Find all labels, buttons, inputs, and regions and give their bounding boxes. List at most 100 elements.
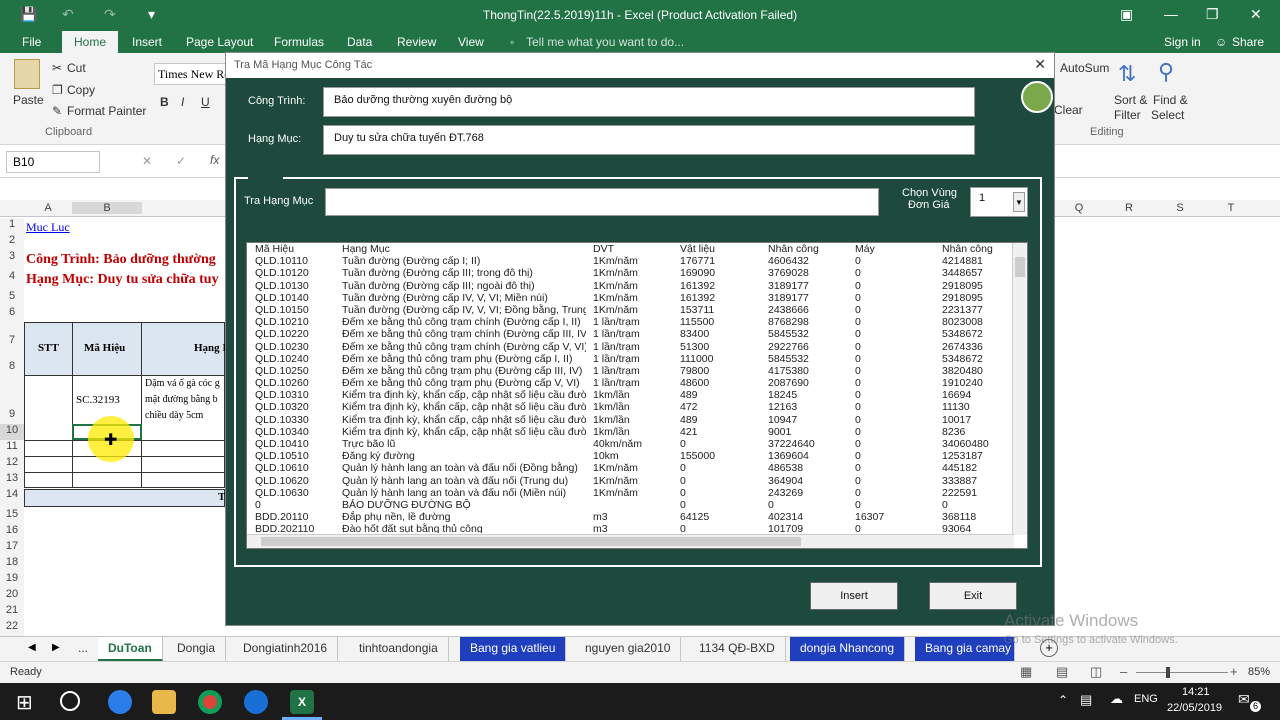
hang-muc-field[interactable]: Duy tu sửa chữa tuyến ĐT.768 — [323, 125, 975, 155]
page-break-icon[interactable]: ◫ — [1090, 664, 1102, 680]
sheet-tab-more[interactable]: ... — [68, 637, 100, 661]
windows-start-icon[interactable]: ⊞ — [16, 690, 33, 715]
edge-icon[interactable] — [108, 690, 132, 714]
list-row[interactable]: QLD.10510 Đăng ký đường 10km 155000 1369604 0… — [255, 450, 1015, 462]
list-row[interactable]: QLD.10150 Tuần đường (Đường cấp IV, V, VI… — [255, 304, 1015, 316]
normal-view-icon[interactable]: ▦ — [1020, 664, 1032, 680]
cortana-icon[interactable] — [60, 691, 80, 711]
italic-button[interactable]: I — [181, 95, 184, 109]
row-header[interactable]: 11 — [0, 440, 24, 456]
row-header[interactable]: 10 — [0, 424, 24, 440]
col-header-s[interactable]: S — [1154, 202, 1206, 214]
tell-me-box[interactable]: Tell me what you want to do... — [526, 35, 684, 49]
file-explorer-icon[interactable] — [152, 690, 176, 714]
language-indicator[interactable]: ENG — [1134, 693, 1158, 705]
sign-in-link[interactable]: Sign in — [1164, 35, 1201, 49]
list-row[interactable]: BDD.202110 Đào hốt đất sụt bằng thủ công m… — [255, 523, 1015, 533]
row-header[interactable]: 16 — [0, 524, 24, 540]
col-header-a[interactable]: A — [24, 202, 72, 214]
col-header-q[interactable]: Q — [1054, 202, 1104, 214]
zoom-in-icon[interactable]: + — [1230, 664, 1238, 679]
sheet-tab-nguyen-gia2010[interactable]: nguyen gia2010 — [575, 637, 682, 661]
results-list[interactable]: Mã Hiệu Hạng Mục DVT Vật liệu Nhân công Máy Nh… — [246, 242, 1028, 549]
row-header[interactable]: 12 — [0, 456, 24, 472]
tra-hang-muc-input[interactable] — [325, 188, 879, 216]
find-select-label[interactable]: Find & — [1153, 93, 1188, 107]
cut-button[interactable]: Cut — [67, 61, 86, 75]
onedrive-icon[interactable]: ☁ — [1110, 691, 1123, 707]
row-header[interactable]: 18 — [0, 556, 24, 572]
bold-button[interactable]: B — [160, 95, 169, 109]
sheet-tab-dongia[interactable]: Dongia — [167, 637, 227, 661]
list-row[interactable]: QLD.10260 Đếm xe bằng thủ công trạm phụ (… — [255, 377, 1015, 389]
horizontal-scrollbar[interactable] — [247, 534, 1014, 548]
row-header[interactable]: 3 — [0, 250, 24, 270]
chrome-icon[interactable] — [198, 690, 222, 714]
list-row[interactable]: QLD.10220 Đếm xe bằng thủ công trạm chính… — [255, 328, 1015, 340]
notification-icon[interactable]: ✉ — [1238, 691, 1250, 708]
row-header[interactable]: 21 — [0, 604, 24, 620]
tab-data[interactable]: Data — [347, 35, 372, 49]
next-sheet-icon[interactable]: ▶ — [52, 642, 60, 653]
page-layout-icon[interactable]: ▤ — [1056, 664, 1068, 680]
list-row[interactable]: QLD.10330 Kiểm tra định kỳ, khẩn cấp, cập… — [255, 414, 1015, 426]
clock-time[interactable]: 14:21 — [1182, 686, 1210, 698]
row-header[interactable]: 15 — [0, 508, 24, 524]
vertical-scrollbar[interactable] — [1012, 243, 1027, 535]
restore-icon[interactable]: ❐ — [1206, 6, 1219, 23]
muc-luc-link[interactable]: Muc Luc — [26, 220, 70, 235]
clock-date[interactable]: 22/05/2019 — [1167, 702, 1222, 714]
list-row[interactable]: QLD.10410 Trực bão lũ 40km/năm 0 37224640 0 34… — [255, 438, 1015, 450]
name-box[interactable]: B10 — [6, 151, 100, 173]
col-header-b[interactable]: B — [72, 202, 142, 214]
list-row[interactable]: QLD.10110 Tuần đường (Đường cấp I; II) 1Km… — [255, 255, 1015, 267]
copy-button[interactable]: Copy — [67, 83, 95, 97]
chevron-down-icon[interactable]: ▼ — [1013, 192, 1025, 212]
list-row[interactable]: QLD.10340 Kiểm tra định kỳ, khẩn cấp, cập… — [255, 426, 1015, 438]
row-header[interactable]: 14 — [0, 488, 24, 508]
row-header[interactable]: 7 — [0, 322, 24, 360]
sheet-tab-dongiatinh2016[interactable]: Dongiatinh2016 — [233, 637, 339, 661]
list-row[interactable]: QLD.10130 Tuần đường (Đường cấp III; ngoà… — [255, 280, 1015, 292]
list-row[interactable]: QLD.10630 Quản lý hành lang an toàn và đấ… — [255, 487, 1015, 499]
clear-button[interactable]: Clear — [1054, 103, 1083, 117]
sheet-tab-1134[interactable]: 1134 QĐ-BXD — [689, 637, 786, 661]
row-header[interactable]: 13 — [0, 472, 24, 488]
autosum-button[interactable]: AutoSum — [1060, 61, 1109, 75]
excel-icon[interactable]: X — [290, 690, 314, 714]
row-header[interactable]: 1 — [0, 218, 24, 234]
share-button[interactable]: Share — [1232, 35, 1264, 49]
list-row[interactable]: 0 BẢO DƯỠNG ĐƯỜNG BỘ 0 0 0 0 — [255, 499, 1015, 511]
format-painter-button[interactable]: Format Painter — [67, 104, 146, 118]
row-header[interactable]: 22 — [0, 620, 24, 636]
ribbon-display-icon[interactable]: ▣ — [1120, 6, 1133, 23]
exit-button[interactable]: Exit — [929, 582, 1017, 610]
sheet-tab-bang-gia-camay[interactable]: Bang gia camay — [915, 637, 1015, 661]
list-row[interactable]: QLD.10230 Đếm xe bằng thủ công trạm chính… — [255, 341, 1015, 353]
find-select-label2[interactable]: Select — [1151, 108, 1184, 122]
list-row[interactable]: QLD.10610 Quản lý hành lang an toàn và đấ… — [255, 462, 1015, 474]
function-icon[interactable]: fx — [210, 153, 219, 167]
row-header[interactable]: 2 — [0, 234, 24, 250]
list-row[interactable]: QLD.10620 Quản lý hành lang an toàn và đấ… — [255, 475, 1015, 487]
zoom-slider[interactable] — [1136, 672, 1228, 673]
minimize-icon[interactable]: — — [1164, 6, 1178, 22]
prev-sheet-icon[interactable]: ◀ — [28, 642, 36, 653]
row-header[interactable]: 5 — [0, 290, 24, 306]
row-header[interactable]: 8 — [0, 360, 24, 376]
list-row[interactable]: QLD.10140 Tuần đường (Đường cấp IV, V, VI… — [255, 292, 1015, 304]
zoom-slider-thumb[interactable] — [1166, 667, 1170, 678]
dialog-close-icon[interactable]: ✕ — [1034, 56, 1046, 73]
list-row[interactable]: BDD.20110 Đắp phụ nền, lề đường m3 64125 402… — [255, 511, 1015, 523]
scroll-thumb[interactable] — [1015, 257, 1025, 277]
tab-insert[interactable]: Insert — [132, 35, 162, 49]
list-row[interactable]: QLD.10250 Đếm xe bằng thủ công trạm phụ (… — [255, 365, 1015, 377]
tab-review[interactable]: Review — [397, 35, 436, 49]
zoom-out-icon[interactable]: – — [1120, 664, 1127, 679]
row-header[interactable]: 9 — [0, 376, 24, 424]
sheet-tab-dutoan[interactable]: DuToan — [98, 637, 163, 661]
list-row[interactable]: QLD.10320 Kiểm tra định kỳ, khẩn cấp, cập… — [255, 401, 1015, 413]
sheet-tab-tinhtoandongia[interactable]: tinhtoandongia — [349, 637, 449, 661]
list-row[interactable]: QLD.10210 Đếm xe bằng thủ công trạm chính… — [255, 316, 1015, 328]
sheet-tab-bang-gia-vatlieu[interactable]: Bang gia vatlieu — [460, 637, 567, 661]
